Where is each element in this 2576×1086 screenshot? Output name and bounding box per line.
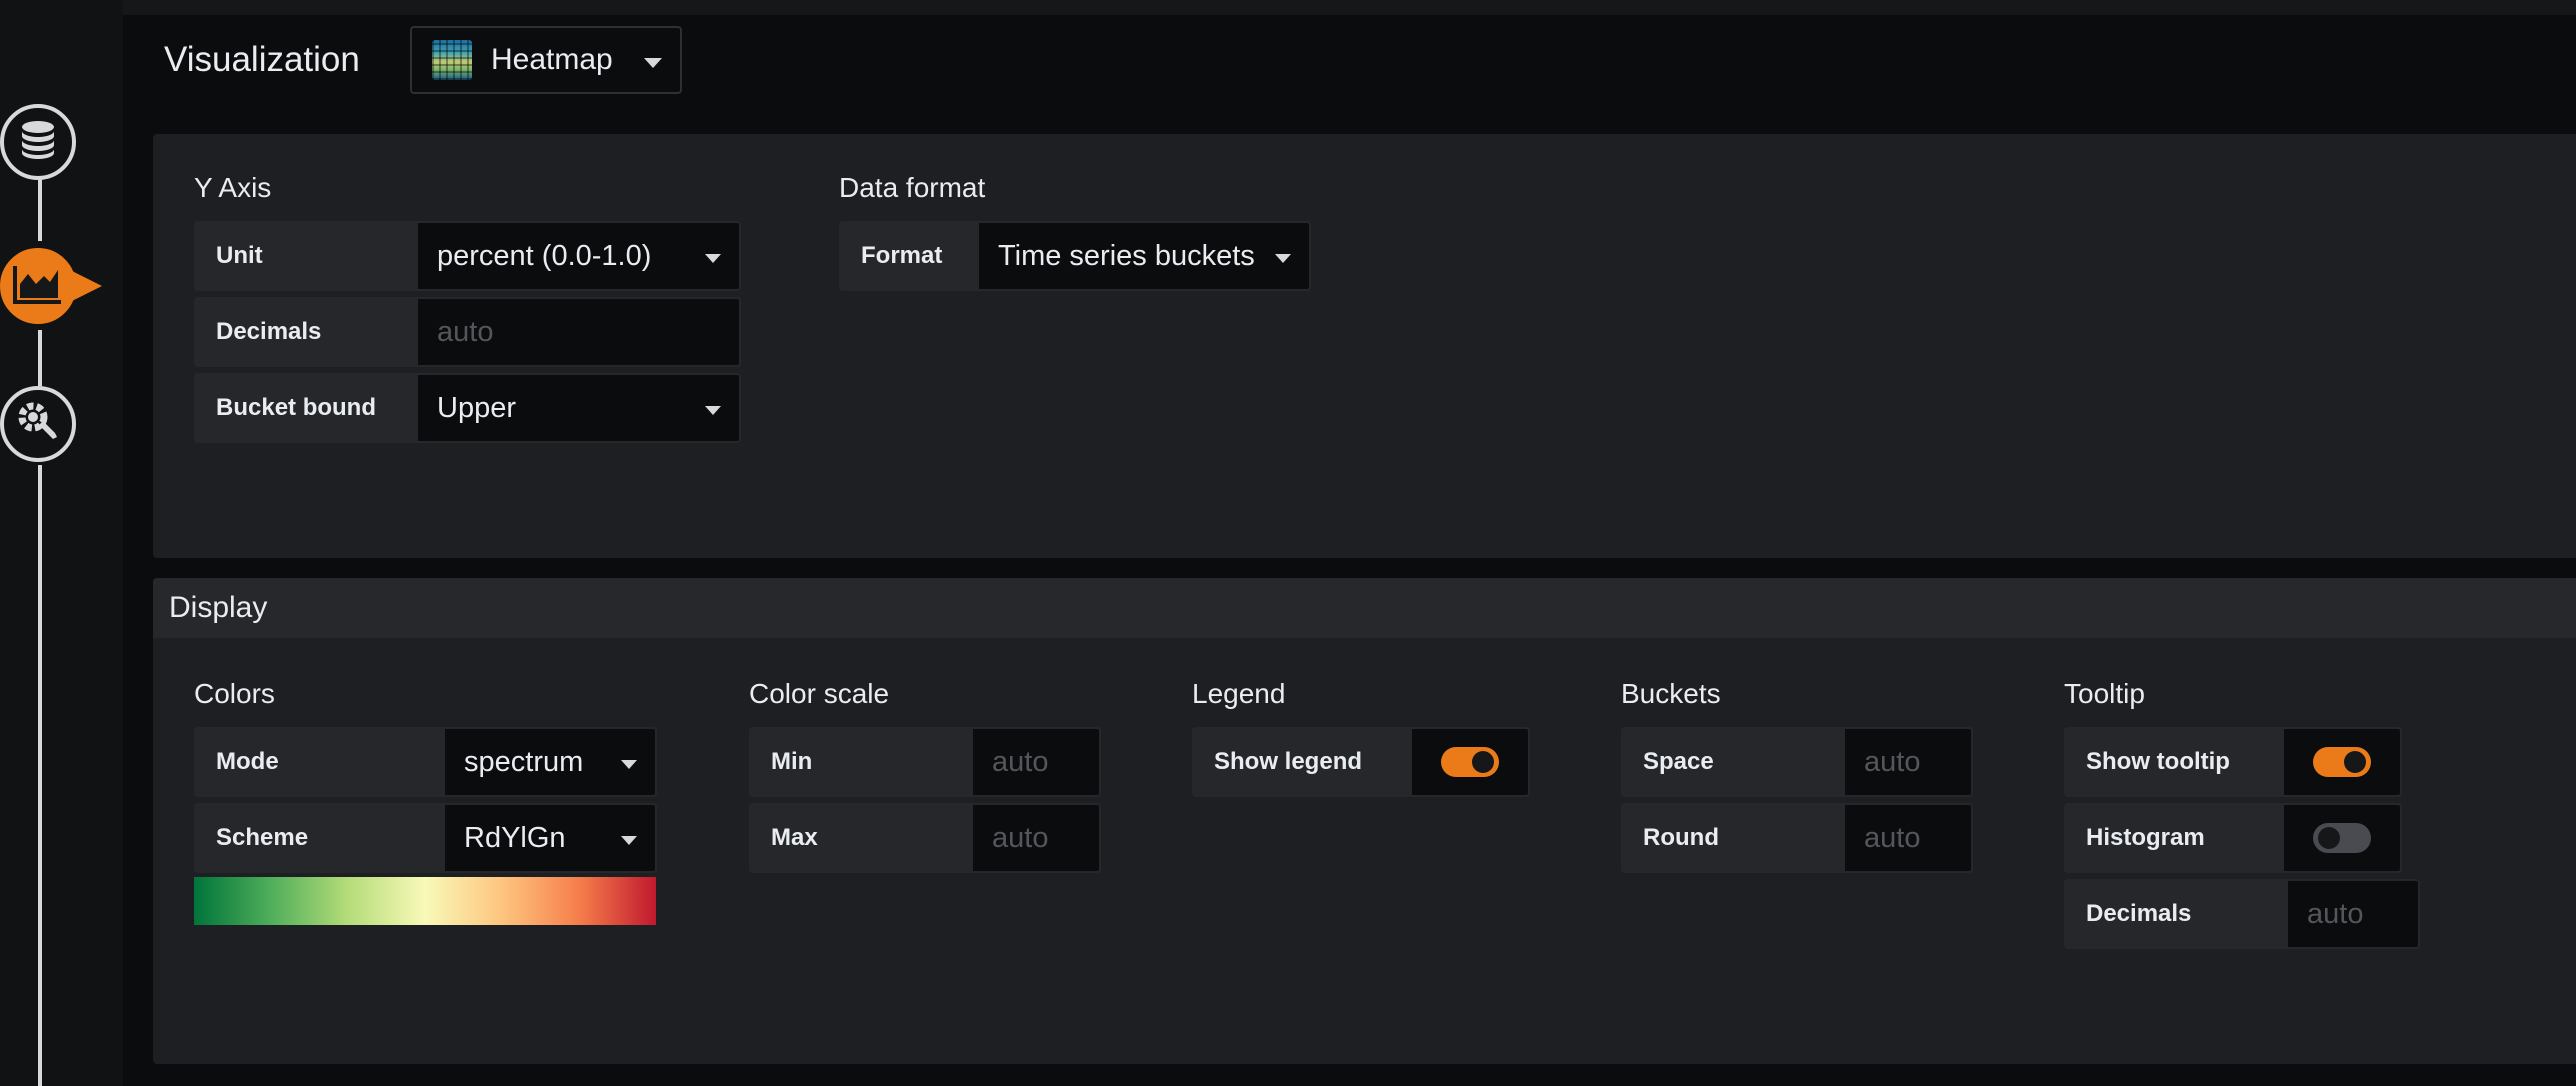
tooltip-decimals-label: Decimals [2064, 879, 2286, 949]
min-input[interactable]: auto [971, 727, 1101, 797]
bucket-bound-value: Upper [437, 391, 516, 424]
round-label: Round [1621, 803, 1843, 873]
scheme-value: RdYlGn [464, 821, 566, 854]
histogram-switch-container [2282, 803, 2402, 873]
max-label: Max [749, 803, 971, 873]
decimals-placeholder: auto [437, 315, 494, 348]
show-legend-row: Show legend [1192, 727, 1530, 797]
unit-label: Unit [194, 221, 416, 291]
show-tooltip-switch-container [2282, 727, 2402, 797]
decimals-row: Decimals auto [194, 297, 741, 367]
unit-row: Unit percent (0.0-1.0) [194, 221, 741, 291]
mode-label: Mode [194, 727, 443, 797]
database-icon [16, 118, 60, 167]
buckets-title: Buckets [1621, 678, 1721, 709]
active-tab-indicator [66, 268, 102, 304]
round-placeholder: auto [1864, 821, 1921, 854]
max-placeholder: auto [992, 821, 1049, 854]
tooltip-title: Tooltip [2064, 678, 2145, 709]
show-tooltip-label: Show tooltip [2064, 727, 2282, 797]
show-legend-switch-container [1410, 727, 1530, 797]
max-input[interactable]: auto [971, 803, 1101, 873]
mode-value: spectrum [464, 745, 584, 778]
color-scheme-gradient-bar [194, 877, 656, 925]
show-legend-label: Show legend [1192, 727, 1410, 797]
chevron-down-icon [705, 254, 721, 263]
max-row: Max auto [749, 803, 1101, 873]
format-value: Time series buckets [998, 239, 1255, 272]
data-format-title: Data format [839, 172, 986, 203]
show-tooltip-row: Show tooltip [2064, 727, 2402, 797]
mode-select[interactable]: spectrum [443, 727, 657, 797]
space-row: Space auto [1621, 727, 1973, 797]
visualization-picker-value: Heatmap [491, 43, 613, 76]
queries-tab-button[interactable] [0, 104, 76, 180]
legend-title: Legend [1192, 678, 1286, 709]
unit-value: percent (0.0-1.0) [437, 239, 652, 272]
display-section: Display Colors Mode spectrum Scheme RdYl… [153, 578, 2576, 1064]
rail-connector [38, 465, 42, 1086]
min-placeholder: auto [992, 745, 1049, 778]
bucket-bound-label: Bucket bound [194, 373, 416, 443]
format-label: Format [839, 221, 977, 291]
space-label: Space [1621, 727, 1843, 797]
visualization-tab-button[interactable] [0, 248, 76, 324]
colors-title: Colors [194, 678, 275, 709]
tooltip-decimals-input[interactable]: auto [2286, 879, 2420, 949]
unit-select[interactable]: percent (0.0-1.0) [416, 221, 741, 291]
format-select[interactable]: Time series buckets [977, 221, 1311, 291]
visualization-picker[interactable]: Heatmap [410, 26, 682, 94]
chevron-down-icon [705, 406, 721, 415]
heatmap-icon [432, 40, 472, 80]
decimals-input[interactable]: auto [416, 297, 741, 367]
min-row: Min auto [749, 727, 1101, 797]
space-input[interactable]: auto [1843, 727, 1973, 797]
settings-wrench-icon [15, 399, 61, 450]
chevron-down-icon [621, 836, 637, 845]
min-label: Min [749, 727, 971, 797]
bucket-bound-row: Bucket bound Upper [194, 373, 741, 443]
chevron-down-icon [621, 760, 637, 769]
page-title: Visualization [164, 40, 360, 79]
histogram-row: Histogram [2064, 803, 2402, 873]
round-row: Round auto [1621, 803, 1973, 873]
chevron-down-icon [644, 58, 662, 68]
scheme-select[interactable]: RdYlGn [443, 803, 657, 873]
display-section-header[interactable]: Display [153, 578, 2576, 638]
rail-connector [38, 330, 42, 386]
show-legend-toggle[interactable] [1441, 747, 1499, 777]
histogram-toggle[interactable] [2313, 823, 2371, 853]
y-axis-title: Y Axis [194, 172, 272, 203]
scheme-row: Scheme RdYlGn [194, 803, 657, 873]
area-chart-icon [12, 262, 64, 311]
color-scale-title: Color scale [749, 678, 890, 709]
chevron-down-icon [1275, 254, 1291, 263]
format-row: Format Time series buckets [839, 221, 1311, 291]
decimals-label: Decimals [194, 297, 416, 367]
editor-rail [0, 0, 123, 1086]
space-placeholder: auto [1864, 745, 1921, 778]
general-settings-tab-button[interactable] [0, 386, 76, 462]
show-tooltip-toggle[interactable] [2313, 747, 2371, 777]
mode-row: Mode spectrum [194, 727, 657, 797]
round-input[interactable]: auto [1843, 803, 1973, 873]
scheme-label: Scheme [194, 803, 443, 873]
tooltip-decimals-placeholder: auto [2307, 897, 2364, 930]
axes-section: Y Axis Unit percent (0.0-1.0) Decimals a… [153, 134, 2576, 558]
histogram-label: Histogram [2064, 803, 2282, 873]
bucket-bound-select[interactable]: Upper [416, 373, 741, 443]
tooltip-decimals-row: Decimals auto [2064, 879, 2420, 949]
